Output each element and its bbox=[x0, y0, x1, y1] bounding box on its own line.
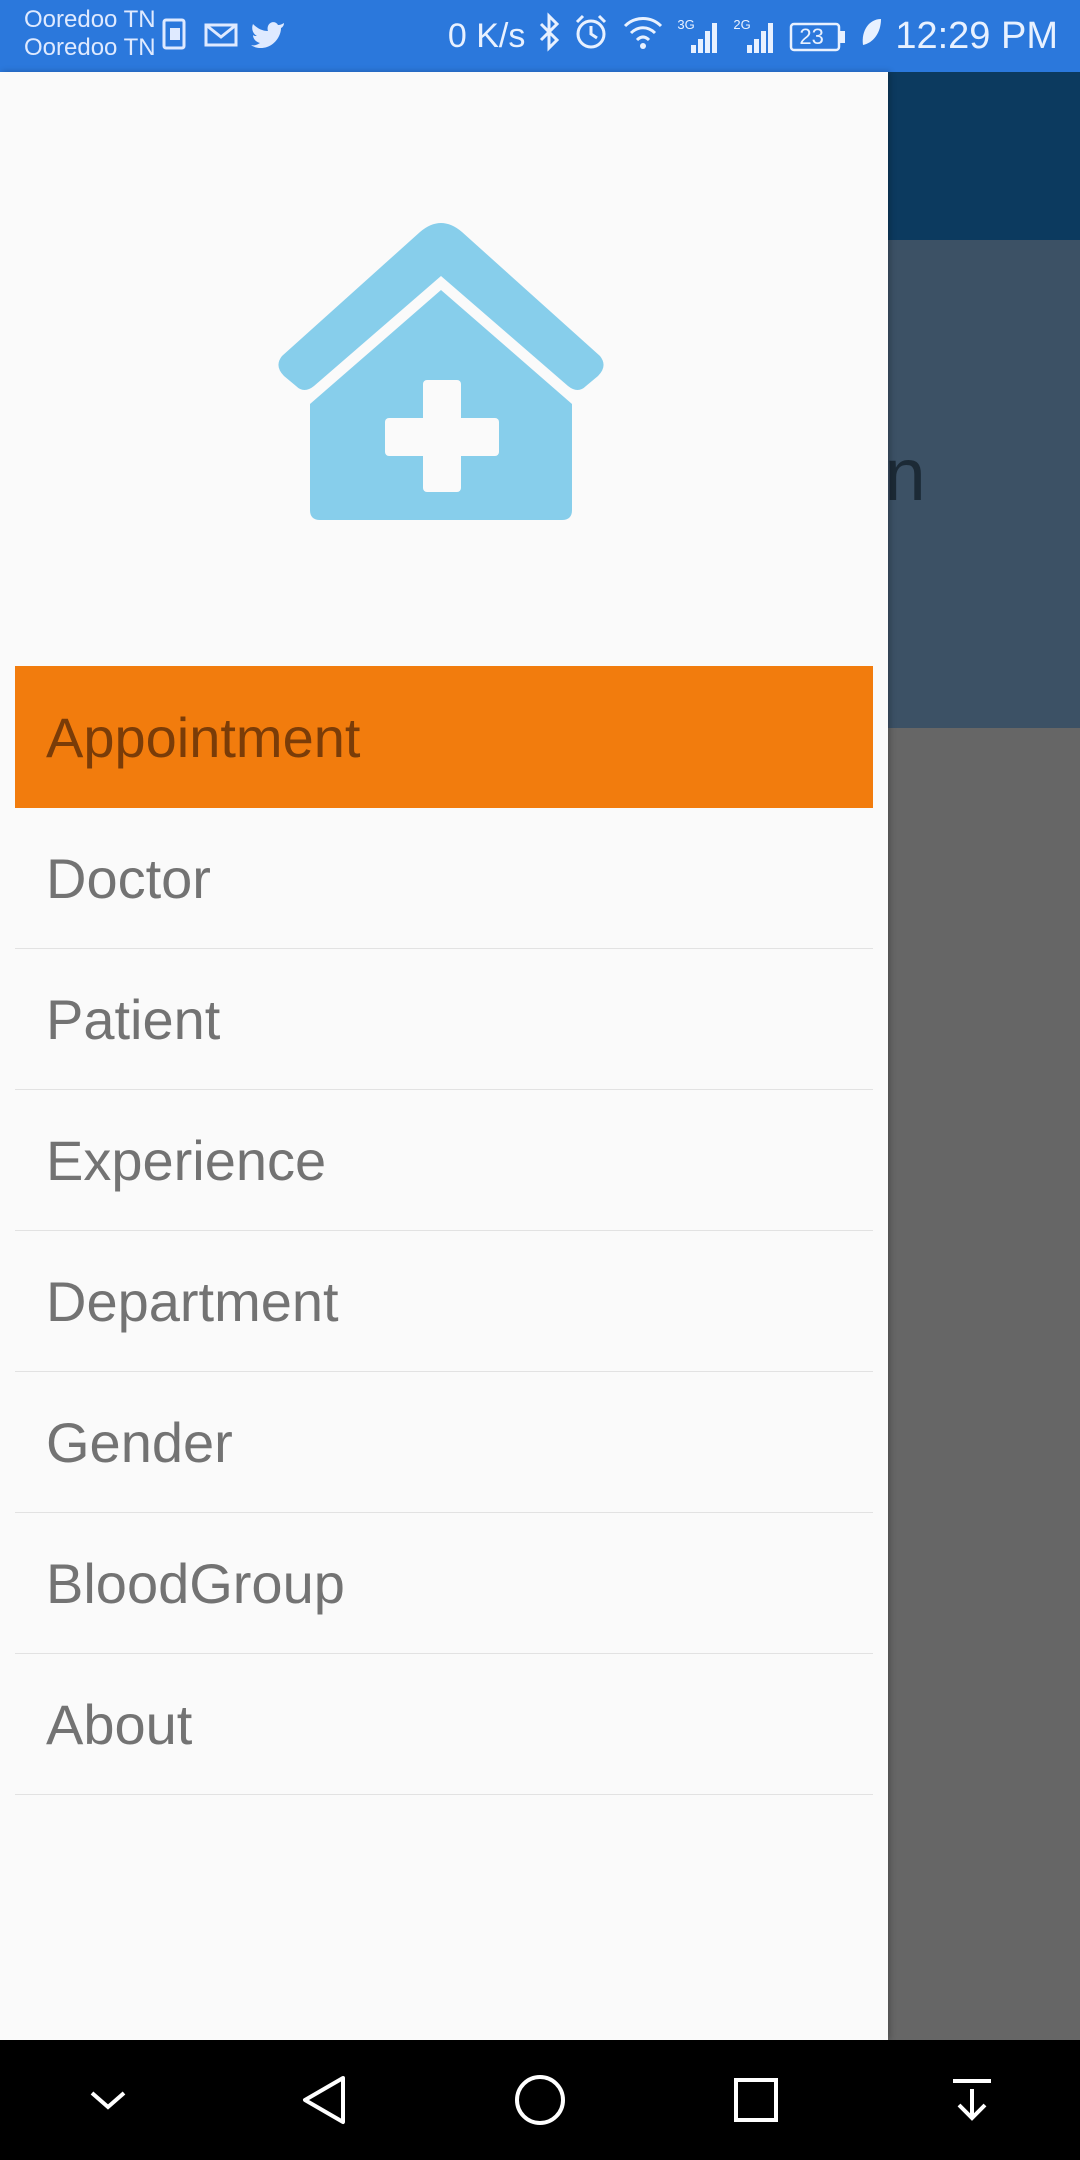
menu-item-label: BloodGroup bbox=[46, 1551, 345, 1615]
menu-item-doctor[interactable]: Doctor bbox=[15, 808, 873, 949]
back-icon[interactable] bbox=[279, 2055, 369, 2145]
network-speed: 0 K/s bbox=[447, 17, 526, 55]
menu-item-department[interactable]: Department bbox=[15, 1231, 873, 1372]
status-bar: Ooredoo TN Ooredoo TN 0 K/s 3G 2G 23 12:… bbox=[0, 0, 1080, 72]
menu-item-bloodgroup[interactable]: BloodGroup bbox=[15, 1513, 873, 1654]
notification-icons bbox=[160, 16, 286, 57]
carrier-2: Ooredoo TN bbox=[24, 34, 156, 61]
recents-icon[interactable] bbox=[711, 2055, 801, 2145]
menu-item-label: Doctor bbox=[46, 846, 211, 910]
menu-item-appointment[interactable]: Appointment bbox=[15, 666, 873, 808]
menu-item-label: Appointment bbox=[46, 705, 361, 769]
wifi-icon bbox=[621, 14, 665, 59]
clock: 12:29 PM bbox=[895, 15, 1058, 57]
menu-item-label: Gender bbox=[46, 1410, 233, 1474]
menu-item-patient[interactable]: Patient bbox=[15, 949, 873, 1090]
signal-icon-2: 2G bbox=[733, 17, 777, 57]
menu-item-gender[interactable]: Gender bbox=[15, 1372, 873, 1513]
system-nav-bar bbox=[0, 2040, 1080, 2160]
carrier-info: Ooredoo TN Ooredoo TN bbox=[24, 6, 156, 62]
navigation-drawer: Appointment Doctor Patient Experience De… bbox=[0, 72, 888, 2040]
battery-level: 23 bbox=[799, 23, 824, 49]
menu-item-label: Experience bbox=[46, 1128, 327, 1192]
collapse-icon[interactable] bbox=[63, 2055, 153, 2145]
menu-item-label: About bbox=[46, 1692, 193, 1756]
alarm-icon bbox=[573, 12, 609, 61]
notification-pull-icon[interactable] bbox=[927, 2055, 1017, 2145]
battery-icon: 23 bbox=[789, 21, 847, 53]
menu-item-about[interactable]: About bbox=[15, 1654, 873, 1795]
system-status: 0 K/s 3G 2G 23 12:29 PM bbox=[448, 12, 1058, 61]
drawer-menu: Appointment Doctor Patient Experience De… bbox=[15, 666, 873, 1795]
bluetooth-icon bbox=[537, 12, 561, 61]
leaf-icon bbox=[859, 15, 883, 58]
home-icon[interactable] bbox=[495, 2055, 585, 2145]
mail-icon bbox=[204, 19, 240, 54]
sim-icon bbox=[160, 16, 194, 57]
signal-icon-1: 3G bbox=[677, 17, 721, 57]
screen: Ooredoo TN Ooredoo TN 0 K/s 3G 2G 23 12:… bbox=[0, 0, 1080, 2160]
carrier-1: Ooredoo TN bbox=[24, 6, 156, 33]
menu-item-experience[interactable]: Experience bbox=[15, 1090, 873, 1231]
menu-item-label: Patient bbox=[46, 987, 221, 1051]
hospital-house-icon bbox=[268, 204, 614, 520]
menu-item-label: Department bbox=[46, 1269, 339, 1333]
twitter-icon bbox=[250, 19, 286, 54]
